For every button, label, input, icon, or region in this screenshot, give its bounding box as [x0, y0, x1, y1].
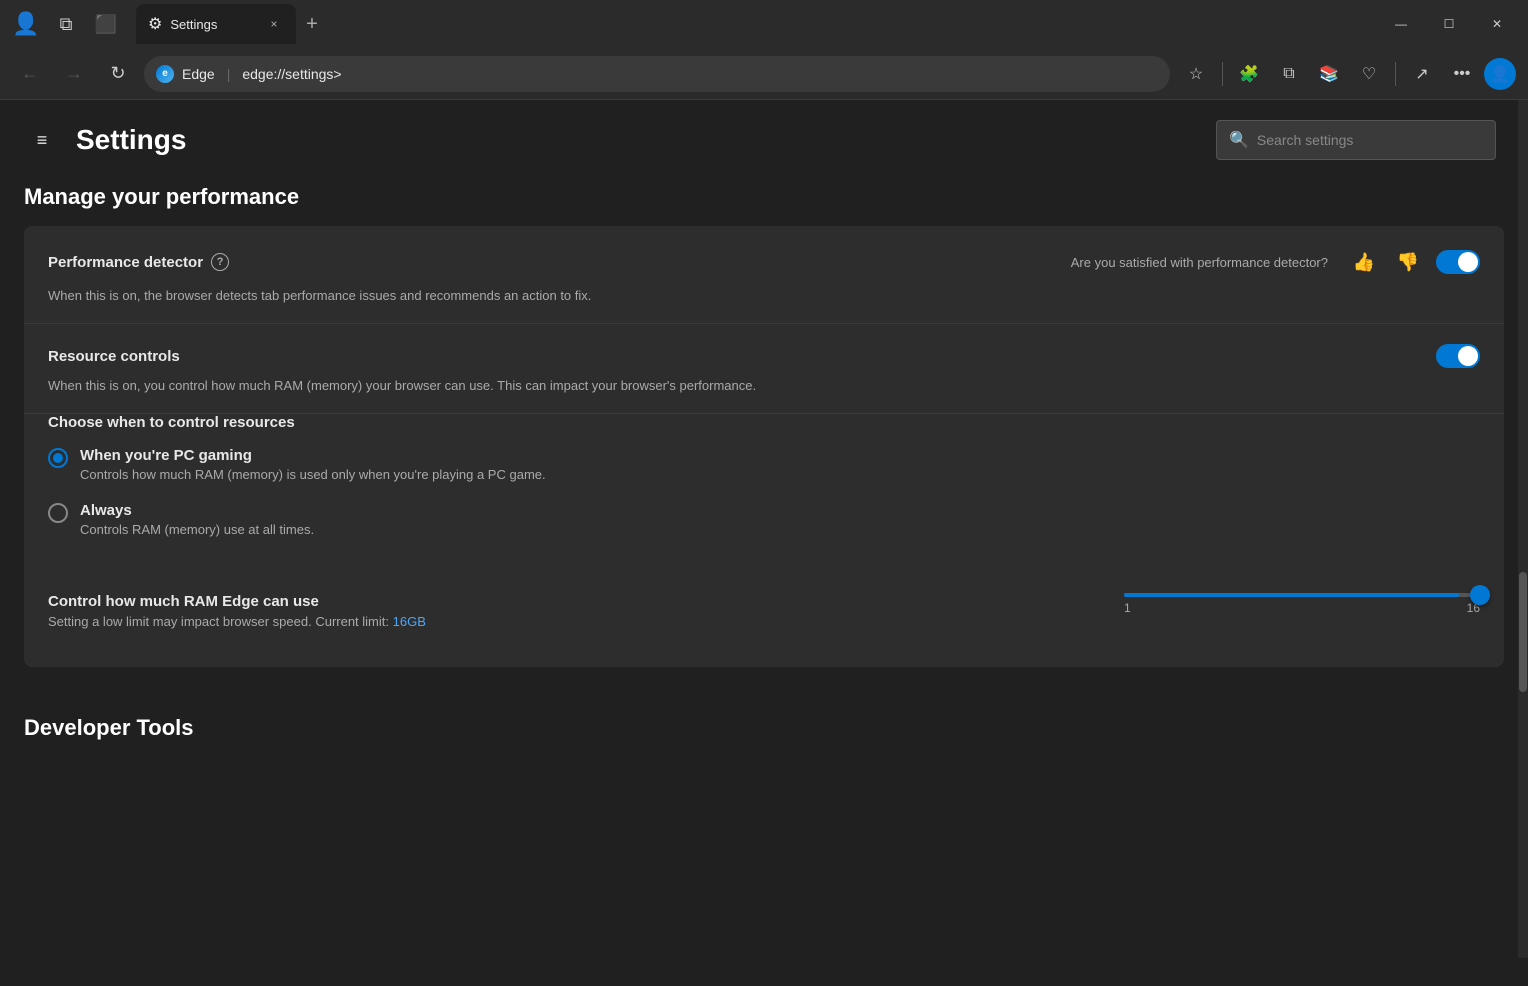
radio-always-label: Always — [80, 502, 314, 519]
radio-always-content: Always Controls RAM (memory) use at all … — [80, 502, 314, 537]
search-settings-input[interactable]: 🔍 Search settings — [1216, 120, 1496, 160]
ram-slider-thumb[interactable] — [1470, 585, 1490, 605]
feedback-btn[interactable]: ♡ — [1351, 56, 1387, 92]
radio-gaming-desc: Controls how much RAM (memory) is used o… — [80, 467, 546, 482]
profile-pic-btn[interactable]: 👤 — [8, 6, 44, 42]
ram-slider-fill — [1124, 593, 1459, 597]
ram-control-row: Control how much RAM Edge can use Settin… — [24, 577, 1504, 667]
resource-controls-title: Resource controls — [48, 348, 180, 365]
performance-detector-help-icon[interactable]: ? — [211, 253, 229, 271]
profile-avatar[interactable]: 👤 — [1484, 58, 1516, 90]
slider-labels: 1 16 — [1124, 601, 1480, 615]
favorites-btn[interactable]: ☆ — [1178, 56, 1214, 92]
settings-tab[interactable]: ⚙ Settings × — [136, 4, 296, 44]
performance-detector-toggle-knob — [1458, 252, 1478, 272]
choose-when-title: Choose when to control resources — [48, 414, 1480, 431]
feedback-row: Are you satisfied with performance detec… — [1071, 246, 1480, 278]
tab-settings-icon: ⚙ — [148, 14, 162, 34]
resource-controls-row: Resource controls When this is on, you c… — [24, 324, 1504, 414]
edge-logo-icon: e — [156, 65, 174, 83]
split-screen-btn[interactable]: ⧉ — [1271, 56, 1307, 92]
forward-btn[interactable]: → — [56, 56, 92, 92]
radio-option-gaming: When you're PC gaming Controls how much … — [48, 447, 1480, 482]
performance-detector-title: Performance detector — [48, 254, 203, 271]
thumbs-down-btn[interactable]: 👎 — [1392, 246, 1424, 278]
resource-controls-header: Resource controls — [48, 344, 1480, 368]
share-btn[interactable]: ↗ — [1404, 56, 1440, 92]
ram-control-title: Control how much RAM Edge can use — [48, 593, 1100, 610]
ram-slider-container — [1124, 593, 1480, 597]
slider-min-label: 1 — [1124, 601, 1131, 615]
settings-title-row: ≡ Settings — [24, 122, 186, 158]
choose-when-section: Choose when to control resources When yo… — [24, 414, 1504, 577]
resource-controls-toggle[interactable] — [1436, 344, 1480, 368]
nav-divider-2 — [1395, 62, 1396, 86]
ram-desc-text: Setting a low limit may impact browser s… — [48, 614, 389, 629]
resource-controls-description: When this is on, you control how much RA… — [48, 378, 1480, 393]
ram-control-header: Control how much RAM Edge can use Settin… — [48, 593, 1480, 641]
address-bar[interactable]: e Edge | edge://settings> — [144, 56, 1170, 92]
radio-always-desc: Controls RAM (memory) use at all times. — [80, 522, 314, 537]
developer-tools-section: Developer Tools — [0, 691, 1528, 741]
search-placeholder-text: Search settings — [1257, 132, 1354, 148]
tab-strip: ⚙ Settings × + — [136, 0, 1374, 48]
performance-section: Manage your performance Performance dete… — [0, 176, 1528, 691]
radio-gaming-input[interactable] — [48, 448, 68, 468]
feedback-question: Are you satisfied with performance detec… — [1071, 255, 1328, 270]
performance-detector-toggle[interactable] — [1436, 250, 1480, 274]
performance-section-title: Manage your performance — [24, 176, 1504, 210]
search-icon: 🔍 — [1229, 130, 1249, 150]
settings-page-title: Settings — [76, 124, 186, 156]
title-bar: 👤 ⧉ ⬛ ⚙ Settings × + — ☐ ✕ — [0, 0, 1528, 48]
main-area: ≡ Settings 🔍 Search settings Manage your… — [0, 100, 1528, 986]
performance-detector-title-group: Performance detector ? — [48, 253, 229, 271]
browser-name-label: Edge — [182, 66, 215, 82]
radio-always-input[interactable] — [48, 503, 68, 523]
nav-bar: ← → ↻ e Edge | edge://settings> ☆ 🧩 ⧉ 📚 … — [0, 48, 1528, 100]
new-tab-btn[interactable]: + — [296, 8, 328, 40]
collections-btn[interactable]: 📚 — [1311, 56, 1347, 92]
ram-current-limit: 16GB — [393, 614, 426, 629]
resource-controls-toggle-knob — [1458, 346, 1478, 366]
thumbs-up-btn[interactable]: 👍 — [1348, 246, 1380, 278]
settings-header: ≡ Settings 🔍 Search settings — [0, 100, 1528, 176]
scrollbar-track — [1518, 100, 1528, 958]
refresh-btn[interactable]: ↻ — [100, 56, 136, 92]
radio-option-always: Always Controls RAM (memory) use at all … — [48, 502, 1480, 537]
address-text: edge://settings> — [242, 66, 341, 82]
performance-detector-row: Performance detector ? Are you satisfied… — [24, 226, 1504, 324]
window-controls: — ☐ ✕ — [1378, 8, 1520, 40]
ram-control-content: Control how much RAM Edge can use Settin… — [48, 593, 1100, 641]
performance-detector-description: When this is on, the browser detects tab… — [48, 288, 1480, 303]
maximize-btn[interactable]: ☐ — [1426, 8, 1472, 40]
back-btn[interactable]: ← — [12, 56, 48, 92]
radio-gaming-content: When you're PC gaming Controls how much … — [80, 447, 546, 482]
slider-container-wrapper: 1 16 — [1100, 593, 1480, 615]
settings-content: ≡ Settings 🔍 Search settings Manage your… — [0, 100, 1528, 986]
more-actions-btn[interactable]: ••• — [1444, 56, 1480, 92]
title-bar-left: 👤 ⧉ ⬛ — [8, 6, 124, 42]
performance-card: Performance detector ? Are you satisfied… — [24, 226, 1504, 667]
scrollbar-thumb[interactable] — [1519, 572, 1527, 692]
extensions-btn[interactable]: 🧩 — [1231, 56, 1267, 92]
address-separator: | — [227, 66, 231, 82]
minimize-btn[interactable]: — — [1378, 8, 1424, 40]
tab-close-btn[interactable]: × — [264, 14, 284, 34]
ram-control-desc: Setting a low limit may impact browser s… — [48, 614, 1100, 629]
sidebar-toggle-btn[interactable]: ≡ — [24, 122, 60, 158]
performance-detector-header: Performance detector ? Are you satisfied… — [48, 246, 1480, 278]
ram-slider-track — [1124, 593, 1480, 597]
radio-gaming-label: When you're PC gaming — [80, 447, 546, 464]
tab-groups-btn[interactable]: ⬛ — [88, 6, 124, 42]
close-btn[interactable]: ✕ — [1474, 8, 1520, 40]
workspaces-btn[interactable]: ⧉ — [48, 6, 84, 42]
developer-tools-title: Developer Tools — [24, 715, 1504, 741]
nav-divider-1 — [1222, 62, 1223, 86]
tab-title: Settings — [170, 17, 217, 32]
nav-actions: ☆ 🧩 ⧉ 📚 ♡ ↗ ••• 👤 — [1178, 56, 1516, 92]
